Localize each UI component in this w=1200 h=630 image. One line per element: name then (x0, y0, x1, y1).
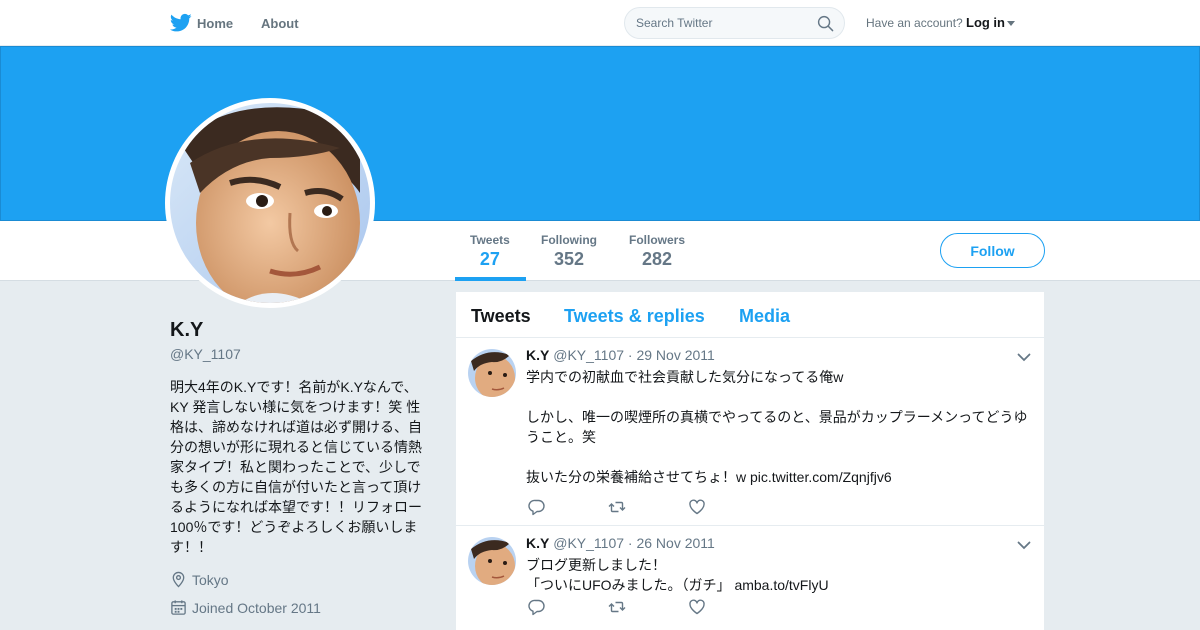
tweet-item[interactable]: K.Y @KY_1107 · 26 Nov 2011 ブログ更新しました！ 「つ… (456, 527, 1044, 630)
tweet-text-line: うこと。笑 (526, 429, 596, 445)
stat-following-label: Following (541, 233, 597, 247)
tweet-text-line: しかし、唯一の喫煙所の真横でやってるのと、景品がカップラーメンってどうゆ (526, 409, 1028, 425)
bio-line: す！！ (170, 539, 212, 555)
bio-line: 格は、諦めなければ道は必ず開ける、自 (170, 419, 422, 435)
tweet-text-line: ブログ更新しました！ (526, 557, 666, 573)
account-prompt: Have an account? (866, 16, 963, 30)
tweet-author-name[interactable]: K.Y (526, 347, 549, 363)
retweet-icon[interactable] (608, 498, 626, 516)
stat-tweets[interactable]: Tweets 27 (470, 233, 510, 270)
location-text: Tokyo (192, 572, 229, 588)
stat-tweets-label: Tweets (470, 233, 510, 247)
tweet-header: K.Y @KY_1107 · 26 Nov 2011 (526, 535, 715, 551)
like-heart-icon[interactable] (688, 598, 706, 616)
tweet-item[interactable]: K.Y @KY_1107 · 29 Nov 2011 学内での初献血で社会貢献し… (456, 339, 1044, 526)
tab-tweets[interactable]: Tweets (471, 306, 531, 327)
search-icon[interactable] (817, 15, 834, 32)
tweet-text: ブログ更新しました！ 「ついにUFOみました。（ガチ」 amba.to/tvFl… (526, 555, 1036, 595)
tweet-date[interactable]: 26 Nov 2011 (636, 535, 714, 551)
bio-line: も多くの方に自信が付いたと言って頂け (170, 479, 422, 495)
nav-about-link[interactable]: About (261, 16, 299, 31)
tab-media[interactable]: Media (739, 306, 790, 327)
profile-handle[interactable]: @KY_1107 (170, 346, 241, 362)
bio-line: 分の想いが形に現れると信じている情熱 (170, 439, 422, 455)
tweet-avatar-photo (468, 537, 516, 585)
tweet-text: 学内での初献血で社会貢献した気分になってる俺w しかし、唯一の喫煙所の真横でやっ… (526, 367, 1036, 487)
calendar-icon (171, 600, 186, 615)
caret-down-icon[interactable] (1007, 21, 1015, 26)
tweet-author-handle[interactable]: @KY_1107 (553, 347, 624, 363)
stat-followers-label: Followers (629, 233, 686, 247)
retweet-icon[interactable] (608, 598, 626, 616)
tweet-author-name[interactable]: K.Y (526, 535, 549, 551)
tweet-text-line: 学内での初献血で社会貢献した気分になってる俺w (526, 369, 844, 385)
stat-tweets-value: 27 (479, 249, 500, 269)
profile-bio: 明大4年のK.Yです！名前がK.Yなんで、 KY 発言しない様に気をつけます！笑… (170, 377, 426, 557)
follow-button[interactable]: Follow (940, 233, 1045, 268)
tweet-separator: · (627, 347, 633, 363)
chevron-down-icon[interactable] (1017, 541, 1031, 550)
stat-following[interactable]: Following 352 (541, 233, 597, 270)
twitter-bird-logo-icon[interactable] (170, 13, 192, 33)
login-link[interactable]: Log in (966, 15, 1005, 30)
profile-avatar[interactable] (165, 98, 375, 308)
tweet-text-line: 抜いた分の栄養補給させてちょ！w pic.twitter.com/Zqnjfjv… (526, 469, 892, 485)
reply-icon[interactable] (528, 498, 546, 516)
bio-line: 100％です！どうぞよろしくお願いしま (170, 519, 418, 535)
reply-icon[interactable] (528, 598, 546, 616)
search-box[interactable] (624, 7, 845, 39)
joined-text: Joined October 2011 (192, 600, 321, 616)
stat-following-value: 352 (553, 249, 585, 269)
tweet-avatar[interactable] (468, 537, 516, 585)
profile-name[interactable]: K.Y (170, 319, 203, 342)
bio-line: るようになれば本望です！！リフォロー (170, 499, 422, 515)
tweet-text-line (526, 387, 1036, 407)
nav-home-link[interactable]: Home (197, 16, 233, 31)
profile-photo (170, 103, 370, 303)
tweet-author-handle[interactable]: @KY_1107 (553, 535, 624, 551)
bio-line: 明大4年のK.Yです！名前がK.Yなんで、 (170, 379, 418, 395)
tweet-avatar[interactable] (468, 349, 516, 397)
tweet-timeline: Tweets Tweets & replies Media K.Y @KY_11… (456, 292, 1044, 630)
bio-line: KY 発言しない様に気をつけます！笑 性 (170, 399, 421, 415)
timeline-tabs: Tweets Tweets & replies Media (456, 292, 1044, 338)
bio-line: 家タイプ！私と関わったことで、少しで (170, 459, 421, 475)
stat-followers[interactable]: Followers 282 (629, 233, 685, 270)
tweet-text-line: 「ついにUFOみました。（ガチ」 amba.to/tvFlyU (526, 577, 829, 593)
chevron-down-icon[interactable] (1017, 353, 1031, 362)
top-navigation-bar: Home About Have an account? Log in (0, 0, 1200, 46)
tweet-text-line (526, 447, 1036, 467)
tweet-separator: · (627, 535, 633, 551)
search-input[interactable] (636, 15, 811, 31)
location-pin-icon (172, 571, 185, 588)
stat-followers-value: 282 (641, 249, 673, 269)
tab-tweets-and-replies[interactable]: Tweets & replies (564, 306, 705, 327)
tweet-avatar-photo (468, 349, 516, 397)
active-stat-underline (455, 277, 526, 281)
tweet-date[interactable]: 29 Nov 2011 (636, 347, 714, 363)
tweet-header: K.Y @KY_1107 · 29 Nov 2011 (526, 347, 715, 363)
like-heart-icon[interactable] (688, 498, 706, 516)
